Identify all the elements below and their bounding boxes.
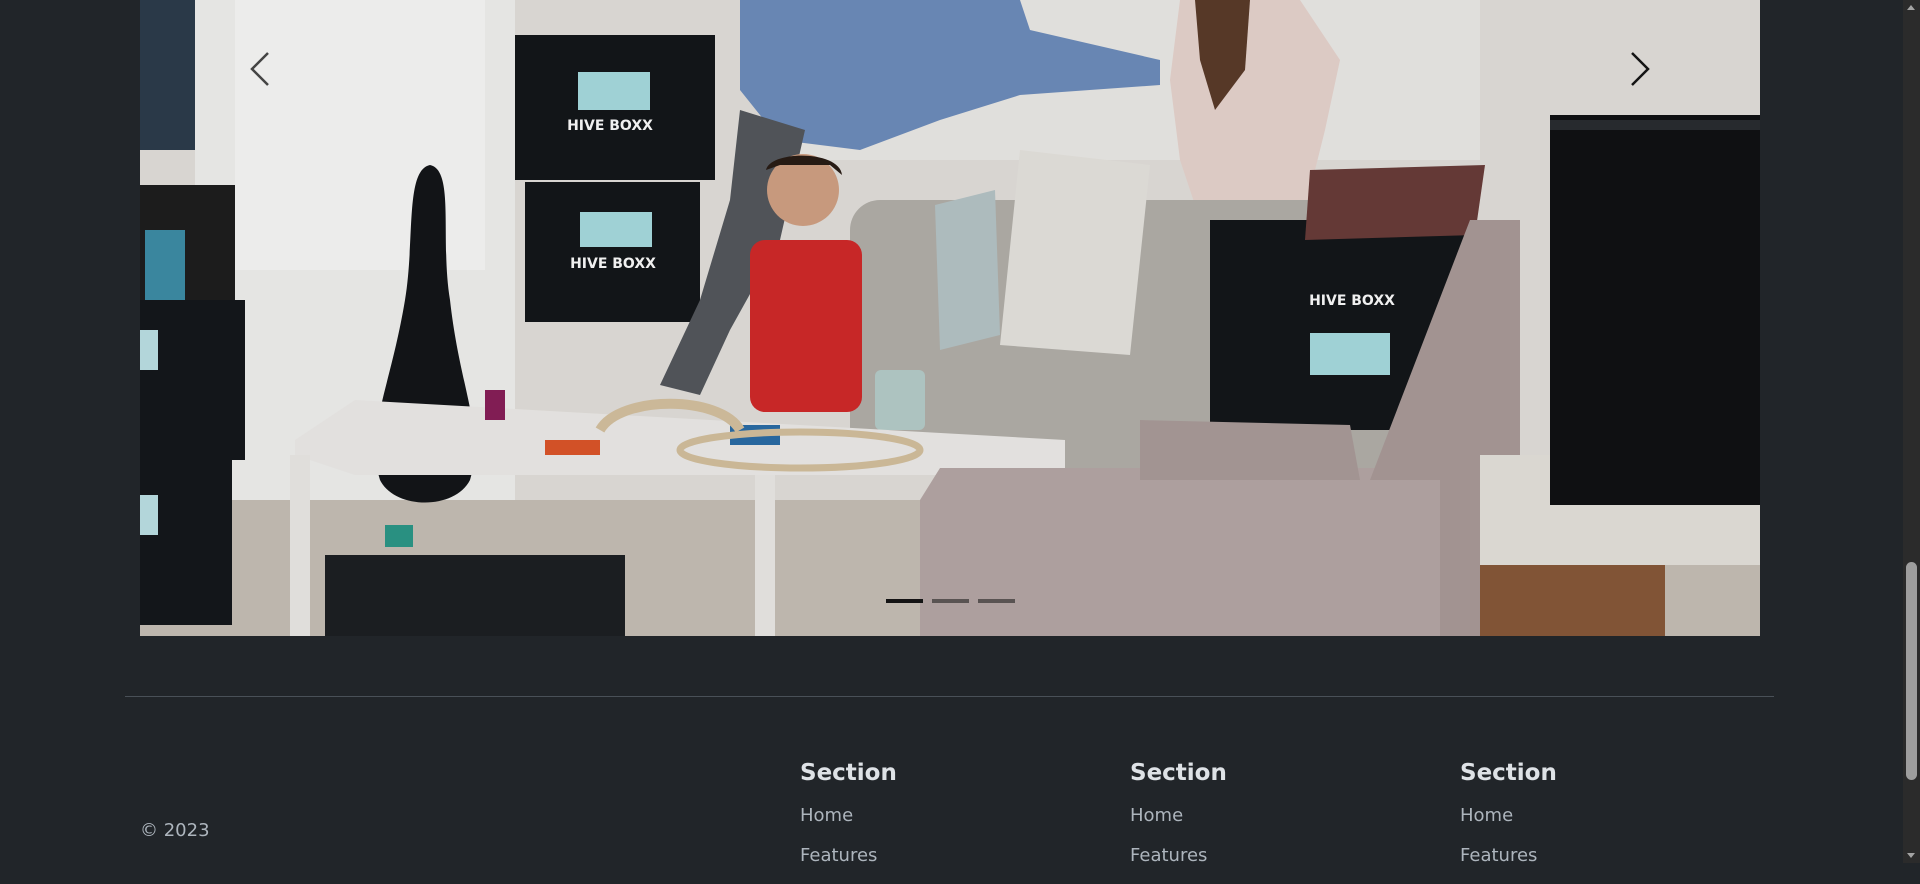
footer-section-title: Section	[1460, 760, 1557, 786]
chevron-right-icon	[1631, 52, 1650, 86]
hero-carousel: HIVE BOXX HIVE BOXX HIVE BOXX	[140, 0, 1760, 636]
footer-link-home[interactable]: Home	[1460, 804, 1760, 828]
footer-link-features[interactable]: Features	[800, 844, 1100, 868]
page: HIVE BOXX HIVE BOXX HIVE BOXX © 2023 Sec…	[0, 0, 1903, 866]
page-scrollbar[interactable]	[1903, 0, 1920, 863]
chevron-left-icon	[250, 52, 269, 86]
footer-section-3: Section Home Features	[1460, 756, 1760, 884]
footer-divider	[125, 696, 1774, 697]
scrollbar-thumb[interactable]	[1906, 562, 1917, 780]
footer-section-2: Section Home Features	[1130, 756, 1430, 884]
footer-link-home[interactable]: Home	[800, 804, 1100, 828]
copyright-text: © 2023	[140, 820, 210, 841]
footer-section-title: Section	[800, 760, 897, 786]
carousel-slide-image: HIVE BOXX HIVE BOXX HIVE BOXX	[140, 0, 1760, 636]
carousel-next-button[interactable]	[1620, 40, 1660, 98]
carousel-indicator-2[interactable]	[932, 599, 969, 603]
footer-section-1: Section Home Features	[800, 756, 1100, 884]
scroll-down-arrow-icon[interactable]	[1907, 853, 1915, 858]
carousel-indicators	[886, 599, 1015, 603]
carousel-indicator-1[interactable]	[886, 599, 923, 603]
scroll-up-arrow-icon[interactable]	[1907, 5, 1915, 10]
carousel-prev-button[interactable]	[240, 40, 280, 98]
footer-section-title: Section	[1130, 760, 1227, 786]
carousel-indicator-3[interactable]	[978, 599, 1015, 603]
footer-link-features[interactable]: Features	[1130, 844, 1430, 868]
footer-link-features[interactable]: Features	[1460, 844, 1760, 868]
footer-link-home[interactable]: Home	[1130, 804, 1430, 828]
